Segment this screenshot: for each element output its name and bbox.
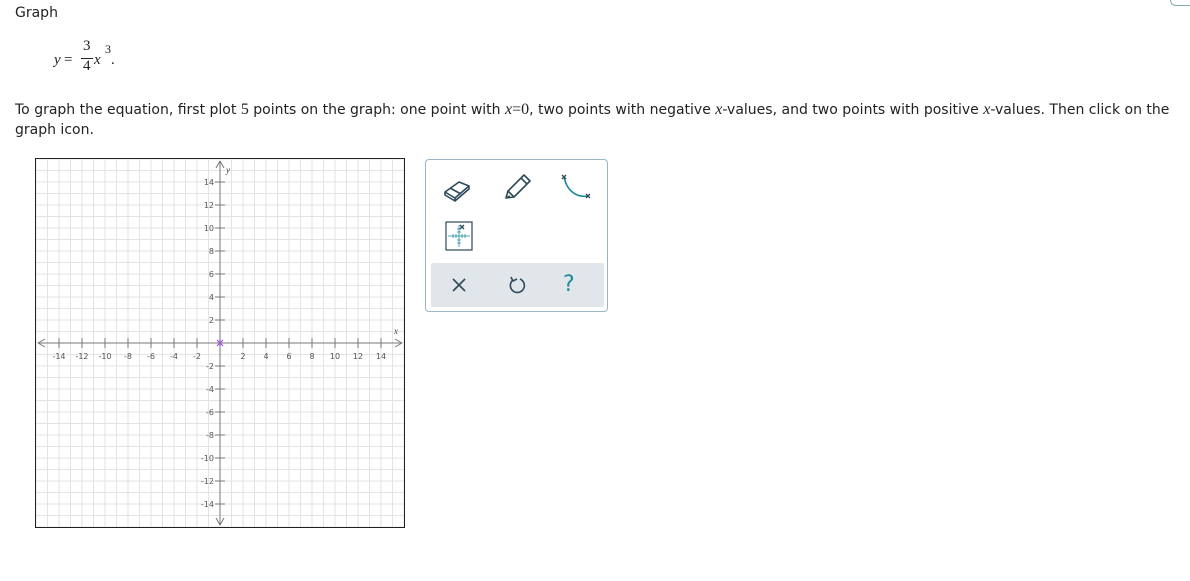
action-bar: ? bbox=[431, 263, 604, 307]
instructions: To graph the equation, first plot 5 poin… bbox=[15, 100, 1175, 140]
x-tick-label: 4 bbox=[263, 352, 268, 361]
x-tick-label: 12 bbox=[353, 352, 363, 361]
curve-tool-icon[interactable] bbox=[558, 172, 594, 208]
y-tick-label: -6 bbox=[206, 408, 214, 417]
equation-numerator: 3 bbox=[83, 38, 91, 54]
y-tick-label: 14 bbox=[204, 178, 214, 187]
instr-text-3: , two points with negative bbox=[529, 102, 716, 118]
equation: y = 3 4 x 3 . bbox=[54, 38, 134, 80]
y-tick-label: -10 bbox=[201, 454, 214, 463]
graph-toolbox: ? bbox=[425, 159, 608, 312]
y-tick-label: 8 bbox=[209, 247, 214, 256]
page-heading: Graph bbox=[15, 5, 58, 21]
y-tick-label: -4 bbox=[206, 385, 214, 394]
y-tick-label: 12 bbox=[204, 201, 214, 210]
x-tick-label: -8 bbox=[124, 352, 132, 361]
pencil-icon[interactable] bbox=[502, 172, 534, 206]
x-tick-label: 2 bbox=[240, 352, 245, 361]
x-tick-label: -4 bbox=[170, 352, 178, 361]
y-tick-label: -12 bbox=[201, 477, 214, 486]
x-tick-label: 10 bbox=[330, 352, 340, 361]
y-tick-label: -14 bbox=[201, 500, 214, 509]
y-tick-label: -2 bbox=[206, 362, 214, 371]
coordinate-grid[interactable]: x y -14 -12 -10 -8 -6 -4 -2 2 4 6 8 10 12 14 14 12 10 8 6 4 2 -… bbox=[36, 159, 404, 527]
equation-denominator: 4 bbox=[83, 58, 91, 74]
y-axis-label: y bbox=[225, 165, 230, 175]
instr-eq-zero: =0 bbox=[512, 101, 530, 118]
y-tick-label: 2 bbox=[209, 316, 214, 325]
instr-text-1: To graph the equation, first plot bbox=[15, 102, 241, 118]
x-tick-label: -6 bbox=[147, 352, 155, 361]
undo-icon[interactable] bbox=[507, 275, 527, 299]
y-tick-label: -8 bbox=[206, 431, 214, 440]
y-tick-label: 4 bbox=[209, 293, 214, 302]
x-tick-label: -10 bbox=[98, 352, 111, 361]
top-right-tab[interactable] bbox=[1170, 0, 1190, 6]
equation-variable: x bbox=[94, 52, 101, 68]
instr-n-points: 5 bbox=[240, 101, 249, 118]
equation-period: . bbox=[111, 52, 115, 68]
eraser-icon[interactable] bbox=[441, 174, 473, 206]
x-tick-label: 8 bbox=[309, 352, 314, 361]
instr-text-2: points on the graph: one point with bbox=[248, 102, 505, 118]
equation-equals: = bbox=[64, 52, 73, 68]
x-tick-label: -2 bbox=[193, 352, 201, 361]
graph-area[interactable]: x y -14 -12 -10 -8 -6 -4 -2 2 4 6 8 10 12 14 14 12 10 8 6 4 2 -… bbox=[35, 158, 405, 528]
graph-icon[interactable] bbox=[445, 221, 473, 255]
x-tick-label: 14 bbox=[376, 352, 386, 361]
clear-icon[interactable] bbox=[450, 276, 468, 298]
equation-lhs: y bbox=[54, 52, 61, 68]
x-tick-label: 6 bbox=[286, 352, 291, 361]
y-tick-label: 10 bbox=[204, 224, 214, 233]
help-icon[interactable]: ? bbox=[563, 272, 575, 297]
x-tick-label: -12 bbox=[75, 352, 88, 361]
x-tick-label: -14 bbox=[52, 352, 65, 361]
instr-text-4: -values, and two points with positive bbox=[722, 102, 984, 118]
y-tick-label: 6 bbox=[209, 270, 214, 279]
x-axis-label: x bbox=[393, 326, 398, 336]
